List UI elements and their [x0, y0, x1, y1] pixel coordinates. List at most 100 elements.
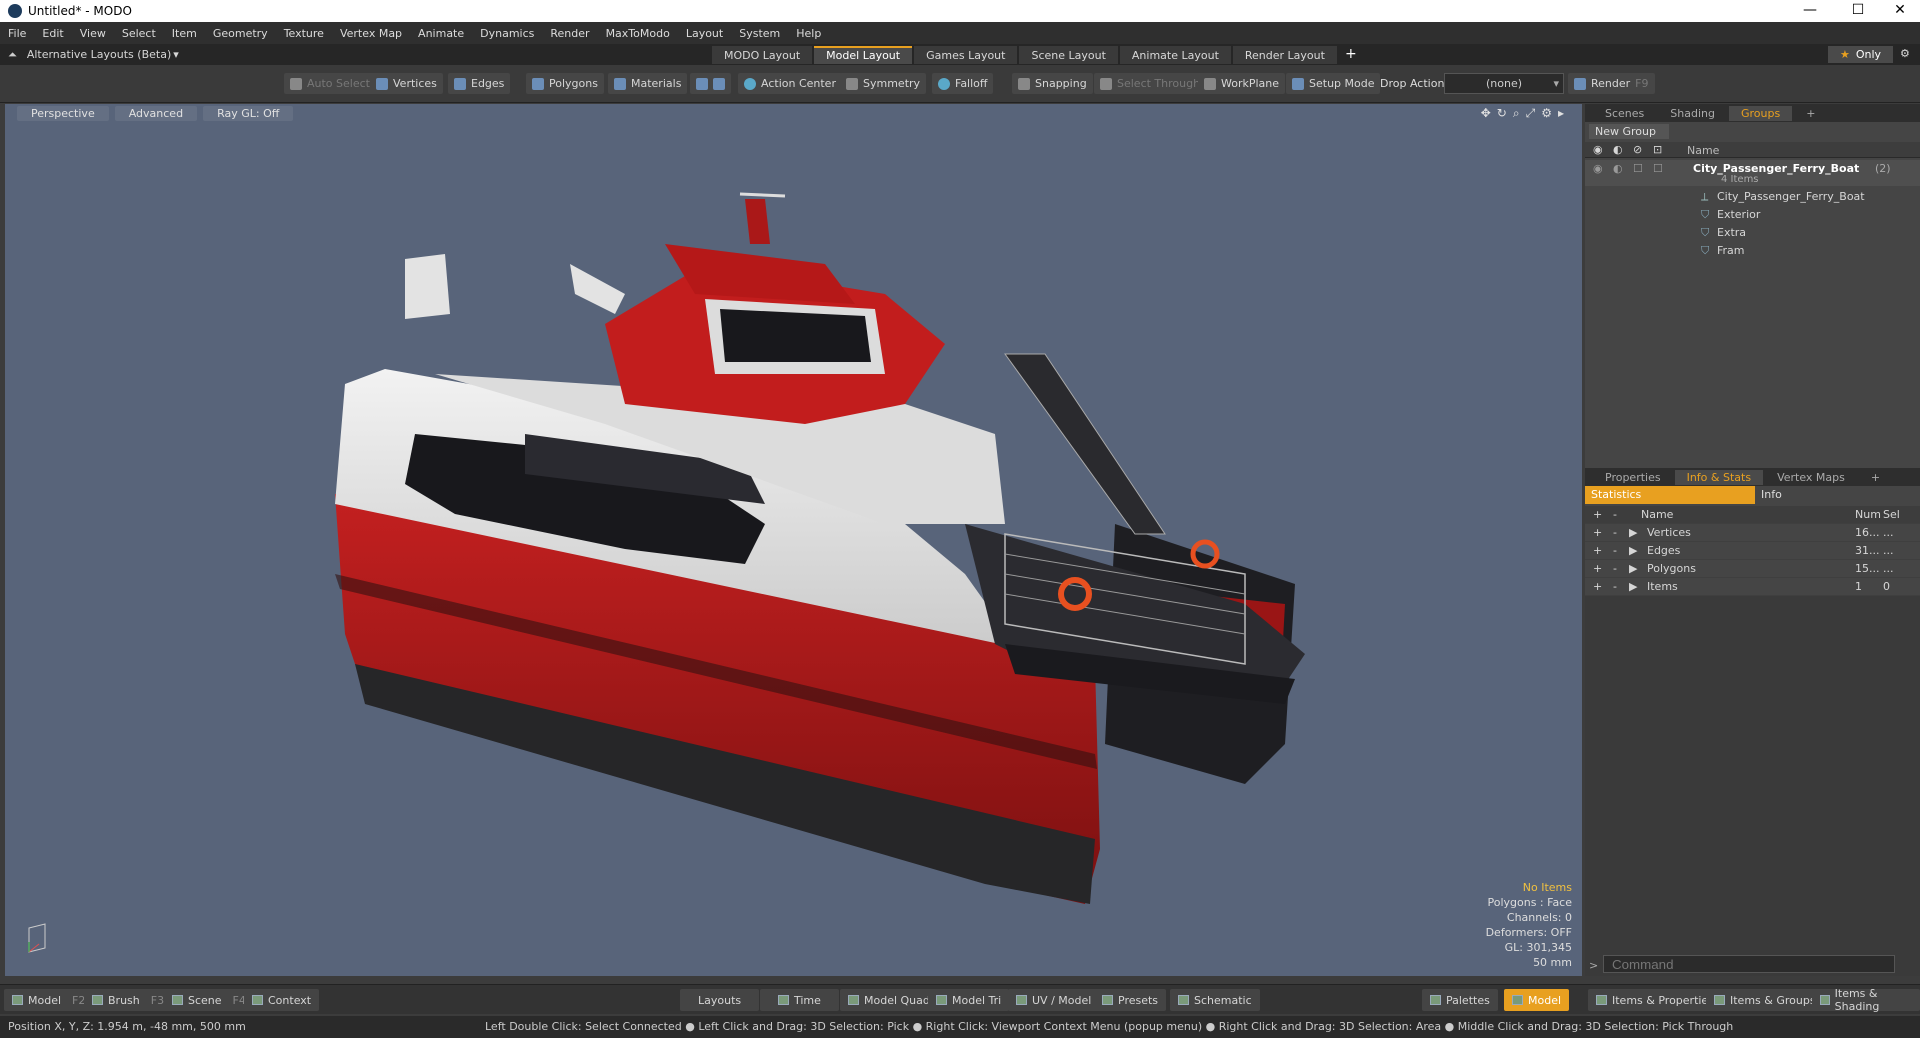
tab-modo-layout[interactable]: MODO Layout: [712, 46, 813, 64]
tab-scenes[interactable]: Scenes: [1593, 106, 1656, 121]
eye-icon[interactable]: ◉: [1593, 162, 1603, 175]
menu-dynamics[interactable]: Dynamics: [472, 27, 542, 40]
command-input[interactable]: [1603, 955, 1895, 973]
schematic-button[interactable]: Schematic: [1170, 989, 1260, 1011]
chevron-down-icon[interactable]: ▾: [173, 48, 179, 61]
items-groups-button[interactable]: Items & Groups: [1706, 989, 1824, 1011]
menu-edit[interactable]: Edit: [34, 27, 71, 40]
render-toggle-icon[interactable]: ◐: [1613, 162, 1623, 175]
model-mode-button[interactable]: Model F2: [4, 989, 94, 1011]
only-button[interactable]: ★ Only: [1828, 46, 1894, 63]
tab-shading[interactable]: Shading: [1658, 106, 1727, 121]
table-row[interactable]: + - ▶ Edges 31......: [1585, 542, 1920, 560]
3d-viewport[interactable]: Perspective Advanced Ray GL: Off ✥ ↻ ⌕ ⤢…: [5, 104, 1582, 976]
add-layout-button[interactable]: +: [1339, 46, 1363, 64]
expand-arrow-icon[interactable]: ▶: [1629, 526, 1637, 539]
menu-item[interactable]: Item: [164, 27, 205, 40]
selection-sets-button[interactable]: [690, 73, 731, 94]
drop-action-select[interactable]: (none): [1444, 73, 1564, 94]
tab-info-stats[interactable]: Info & Stats: [1674, 469, 1764, 485]
expand-all-icon[interactable]: +: [1593, 508, 1602, 521]
items-shading-button[interactable]: Items & Shading: [1812, 987, 1920, 1013]
lock-toggle-icon[interactable]: ☐: [1633, 162, 1643, 175]
collapse-all-icon[interactable]: -: [1613, 508, 1617, 521]
falloff-button[interactable]: Falloff: [932, 73, 994, 94]
remove-selection-icon[interactable]: -: [1613, 580, 1617, 593]
menu-texture[interactable]: Texture: [276, 27, 332, 40]
group-child-row[interactable]: ⛉ Extra: [1585, 224, 1920, 242]
menu-geometry[interactable]: Geometry: [205, 27, 276, 40]
menu-system[interactable]: System: [731, 27, 788, 40]
new-group-button[interactable]: New Group: [1589, 124, 1669, 139]
group-row-root[interactable]: ◉ ◐ ☐ ☐ City_Passenger_Ferry_Boat (2) 4 …: [1585, 160, 1920, 186]
menu-layout[interactable]: Layout: [678, 27, 731, 40]
group-child-row[interactable]: ⛉ Exterior: [1585, 206, 1920, 224]
group-child-row[interactable]: ⛉ Fram: [1585, 242, 1920, 260]
info-tab[interactable]: Info: [1755, 486, 1782, 504]
snapping-button[interactable]: Snapping: [1012, 73, 1093, 94]
group-child-row[interactable]: ⟂ City_Passenger_Ferry_Boat: [1585, 188, 1920, 206]
menu-file[interactable]: File: [0, 27, 34, 40]
presets-button[interactable]: Presets: [1094, 989, 1167, 1011]
items-properties-button[interactable]: Items & Properties: [1588, 989, 1722, 1011]
menu-view[interactable]: View: [72, 27, 114, 40]
context-mode-button[interactable]: Context: [244, 989, 320, 1011]
menu-animate[interactable]: Animate: [410, 27, 472, 40]
tab-model-layout[interactable]: Model Layout: [814, 46, 913, 64]
tab-render-layout[interactable]: Render Layout: [1232, 46, 1337, 64]
polygons-button[interactable]: Polygons: [526, 73, 604, 94]
render-button[interactable]: Render F9: [1568, 73, 1655, 94]
uv-model-button[interactable]: UV / Model: [1008, 989, 1100, 1011]
tab-properties[interactable]: Properties: [1593, 470, 1673, 485]
add-selection-icon[interactable]: +: [1593, 562, 1602, 575]
select-toggle-icon[interactable]: ☐: [1653, 162, 1663, 175]
close-button[interactable]: ✕: [1878, 0, 1920, 22]
setup-mode-button[interactable]: Setup Mode: [1286, 73, 1381, 94]
brush-mode-button[interactable]: Brush F3: [84, 989, 173, 1011]
add-selection-icon[interactable]: +: [1593, 544, 1602, 557]
model-quad-button[interactable]: Model Quad: [840, 989, 938, 1011]
add-tab-button[interactable]: +: [1794, 106, 1827, 121]
remove-selection-icon[interactable]: -: [1613, 544, 1617, 557]
table-row[interactable]: + - ▶ Items 1 0: [1585, 578, 1920, 596]
materials-button[interactable]: Materials: [608, 73, 688, 94]
expand-arrow-icon[interactable]: ▶: [1629, 544, 1637, 557]
symmetry-button[interactable]: Symmetry: [840, 73, 927, 94]
tab-animate-layout[interactable]: Animate Layout: [1119, 46, 1231, 64]
auto-select-button[interactable]: Auto Select: [284, 73, 376, 94]
action-center-button[interactable]: Action Center: [738, 73, 842, 94]
tab-groups[interactable]: Groups: [1728, 105, 1793, 121]
table-row[interactable]: + - ▶ Vertices 16......: [1585, 524, 1920, 542]
layout-arrow-icon[interactable]: ⏶: [8, 48, 17, 62]
menu-maxtomodo[interactable]: MaxToModo: [598, 27, 678, 40]
edges-button[interactable]: Edges: [448, 73, 511, 94]
expand-arrow-icon[interactable]: ▶: [1629, 580, 1637, 593]
tab-vertex-maps[interactable]: Vertex Maps: [1765, 470, 1857, 485]
add-selection-icon[interactable]: +: [1593, 526, 1602, 539]
statistics-tab[interactable]: Statistics: [1585, 486, 1755, 504]
tab-scene-layout[interactable]: Scene Layout: [1019, 46, 1118, 64]
select-through-button[interactable]: Select Through: [1094, 73, 1207, 94]
minimize-button[interactable]: —: [1788, 0, 1832, 22]
scene-mode-button[interactable]: Scene F4: [164, 989, 254, 1011]
gear-icon[interactable]: ⚙: [1900, 47, 1910, 60]
menu-select[interactable]: Select: [114, 27, 164, 40]
tab-games-layout[interactable]: Games Layout: [914, 46, 1018, 64]
workplane-button[interactable]: WorkPlane: [1198, 73, 1286, 94]
add-info-tab-button[interactable]: +: [1859, 470, 1892, 485]
table-row[interactable]: + - ▶ Polygons 15......: [1585, 560, 1920, 578]
layouts-button[interactable]: Layouts: [680, 989, 760, 1011]
model-layout-button[interactable]: Model: [1504, 989, 1570, 1011]
alternative-layouts-dropdown[interactable]: Alternative Layouts (Beta): [27, 48, 171, 61]
menu-help[interactable]: Help: [788, 27, 829, 40]
add-selection-icon[interactable]: +: [1593, 580, 1602, 593]
menu-render[interactable]: Render: [542, 27, 597, 40]
palettes-button[interactable]: Palettes: [1422, 989, 1498, 1011]
time-button[interactable]: Time: [760, 989, 839, 1011]
vertices-button[interactable]: Vertices: [370, 73, 443, 94]
remove-selection-icon[interactable]: -: [1613, 526, 1617, 539]
model-tri-button[interactable]: Model Tri: [928, 989, 1010, 1011]
menu-vertex-map[interactable]: Vertex Map: [332, 27, 410, 40]
maximize-button[interactable]: ☐: [1836, 0, 1880, 22]
expand-arrow-icon[interactable]: ▶: [1629, 562, 1637, 575]
